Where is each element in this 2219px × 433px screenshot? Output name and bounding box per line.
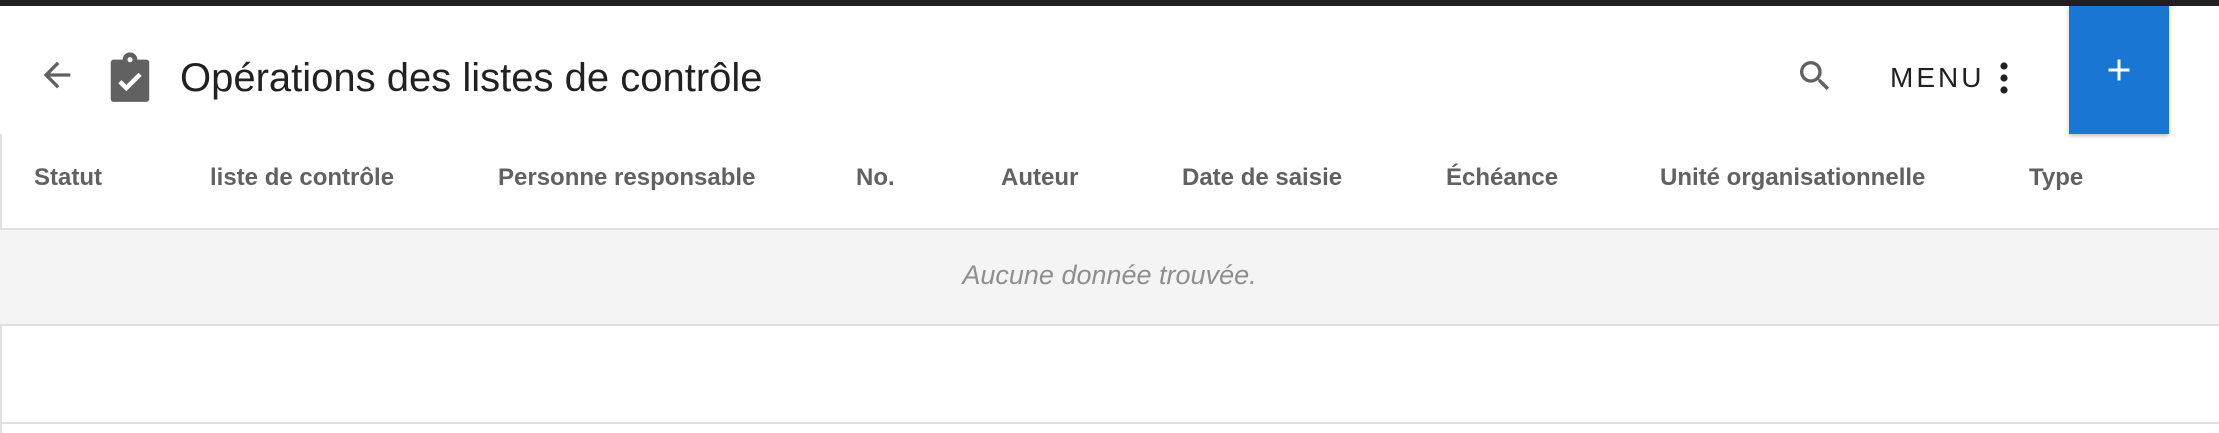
search-icon xyxy=(1800,61,1830,91)
column-header-unite-organisationnelle[interactable]: Unité organisationnelle xyxy=(1660,164,1925,192)
menu-button[interactable]: MENU xyxy=(1890,50,2014,106)
empty-state-row: Aucune donnée trouvée. xyxy=(0,230,2219,326)
plus-icon xyxy=(2108,59,2130,81)
menu-label: MENU xyxy=(1890,62,1985,93)
arrow-left-icon xyxy=(43,61,71,89)
column-header-liste-de-controle[interactable]: liste de contrôle xyxy=(210,164,394,192)
add-button[interactable] xyxy=(2069,6,2169,134)
back-button[interactable] xyxy=(30,48,84,102)
more-vertical-icon xyxy=(2000,62,2009,94)
search-button[interactable] xyxy=(1787,48,1843,104)
page-header: Opérations des listes de contrôle MENU xyxy=(0,6,2219,134)
column-header-echeance[interactable]: Échéance xyxy=(1446,164,1558,192)
column-header-personne-responsable[interactable]: Personne responsable xyxy=(498,164,755,192)
clipboard-check-icon xyxy=(110,52,150,102)
column-header-type[interactable]: Type xyxy=(2029,164,2083,192)
table-header-row: Statut liste de contrôle Personne respon… xyxy=(0,134,2219,230)
page-title: Opérations des listes de contrôle xyxy=(180,56,763,100)
empty-state-message: Aucune donnée trouvée. xyxy=(962,260,1257,290)
column-header-auteur[interactable]: Auteur xyxy=(1001,164,1078,192)
blank-row xyxy=(0,326,2219,424)
column-header-date-de-saisie[interactable]: Date de saisie xyxy=(1182,164,1342,192)
checklist-table: Statut liste de contrôle Personne respon… xyxy=(0,134,2219,424)
column-header-no[interactable]: No. xyxy=(856,164,895,192)
column-header-statut[interactable]: Statut xyxy=(34,164,102,192)
